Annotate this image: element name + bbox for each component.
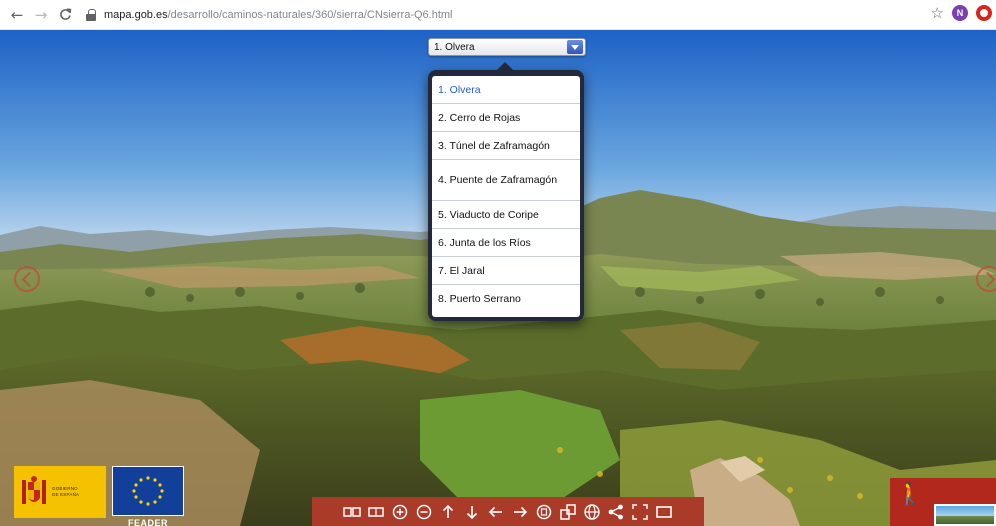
lock-icon: [86, 9, 96, 21]
location-option[interactable]: 5. Viaducto de Coripe: [432, 201, 580, 229]
location-dropdown: 1. Olvera 2. Cerro de Rojas 3. Túnel de …: [428, 62, 584, 321]
share-icon[interactable]: [606, 501, 627, 522]
forward-icon[interactable]: →: [30, 4, 52, 26]
vr-globe-icon[interactable]: [582, 501, 603, 522]
zoom-in-icon[interactable]: [390, 501, 411, 522]
viewer-toolbar: [312, 497, 704, 526]
split-view-icon[interactable]: [342, 501, 363, 522]
bookmark-star-icon[interactable]: ☆: [931, 4, 944, 22]
arrow-right-icon[interactable]: [510, 501, 531, 522]
browser-toolbar: ← → mapa.gob.es/desarrollo/caminos-natur…: [0, 0, 996, 30]
arrow-up-icon[interactable]: [438, 501, 459, 522]
location-option[interactable]: 2. Cerro de Rojas: [432, 104, 580, 132]
extension-icon[interactable]: [976, 5, 992, 21]
url-path: /desarrollo/caminos-naturales/360/sierra…: [167, 8, 453, 21]
arrow-left-icon[interactable]: [486, 501, 507, 522]
single-view-icon[interactable]: [366, 501, 387, 522]
next-scene-arrow-icon[interactable]: [976, 266, 996, 292]
location-option[interactable]: 4. Puente de Zaframagón: [432, 160, 580, 201]
location-select[interactable]: 1. Olvera: [428, 38, 586, 56]
arrow-down-icon[interactable]: [462, 501, 483, 522]
location-option[interactable]: 6. Junta de los Ríos: [432, 229, 580, 257]
zoom-out-icon[interactable]: [414, 501, 435, 522]
popover-pointer: [496, 62, 514, 71]
autorotate-icon[interactable]: [534, 501, 555, 522]
coat-of-arms-icon: [22, 476, 46, 504]
url-host: mapa.gob.es: [104, 8, 168, 21]
location-option[interactable]: 7. El Jaral: [432, 257, 580, 285]
location-option[interactable]: 8. Puerto Serrano: [432, 285, 580, 313]
panorama-viewer[interactable]: 1. Olvera 1. Olvera 2. Cerro de Rojas 3.…: [0, 30, 996, 526]
back-icon[interactable]: ←: [6, 4, 28, 26]
location-select-value: 1. Olvera: [434, 41, 475, 53]
floor-plan-icon[interactable]: [558, 501, 579, 522]
location-option[interactable]: 1. Olvera: [432, 76, 580, 104]
eu-feader-logo: FEADER: [112, 466, 184, 526]
spain-logo-line2: DE ESPAÑA: [52, 492, 80, 497]
address-bar[interactable]: mapa.gob.es/desarrollo/caminos-naturales…: [86, 4, 453, 26]
location-options-list: 1. Olvera 2. Cerro de Rojas 3. Túnel de …: [432, 76, 580, 317]
prev-scene-arrow-icon[interactable]: [14, 266, 40, 292]
chevron-down-icon[interactable]: [567, 40, 583, 54]
hide-toolbar-icon[interactable]: [654, 501, 675, 522]
fullscreen-icon[interactable]: [630, 501, 651, 522]
profile-avatar[interactable]: N: [952, 5, 968, 21]
scene-thumbnail[interactable]: [934, 504, 996, 526]
hiker-icon: 🚶: [896, 482, 924, 507]
eu-flag-icon: [112, 466, 184, 516]
feader-caption: FEADER: [127, 518, 168, 526]
location-option[interactable]: 3. Túnel de Zaframagón: [432, 132, 580, 160]
gobierno-espana-logo: GOBIERNO DE ESPAÑA: [14, 466, 106, 518]
reload-icon[interactable]: [54, 4, 76, 26]
